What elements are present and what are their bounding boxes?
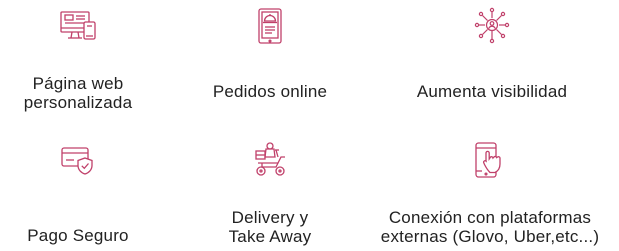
feature-external-platforms: Conexión con plataformas externas (Glovo…	[364, 140, 616, 246]
feature-label: Pedidos online	[212, 82, 328, 101]
feature-label: Aumenta visibilidad	[416, 82, 568, 101]
feature-visibility: Aumenta visibilidad	[392, 6, 592, 101]
feature-label: Pago Seguro	[27, 226, 129, 245]
feature-label: Delivery y Take Away	[228, 208, 312, 246]
website-devices-icon	[58, 6, 98, 46]
network-user-icon	[472, 6, 512, 46]
feature-online-orders: Pedidos online	[190, 6, 350, 101]
phone-touch-icon	[470, 140, 510, 180]
secure-card-icon	[58, 140, 98, 180]
feature-website: Página web personalizada	[18, 6, 138, 112]
tablet-food-icon	[250, 6, 290, 46]
feature-secure-payment: Pago Seguro	[18, 140, 138, 245]
features-grid: Página web personalizada Pedidos online	[0, 0, 619, 251]
feature-delivery: Delivery y Take Away	[190, 140, 350, 246]
feature-label: Conexión con plataformas externas (Glovo…	[380, 208, 600, 246]
feature-label: Página web personalizada	[23, 74, 133, 112]
delivery-scooter-icon	[250, 140, 290, 180]
